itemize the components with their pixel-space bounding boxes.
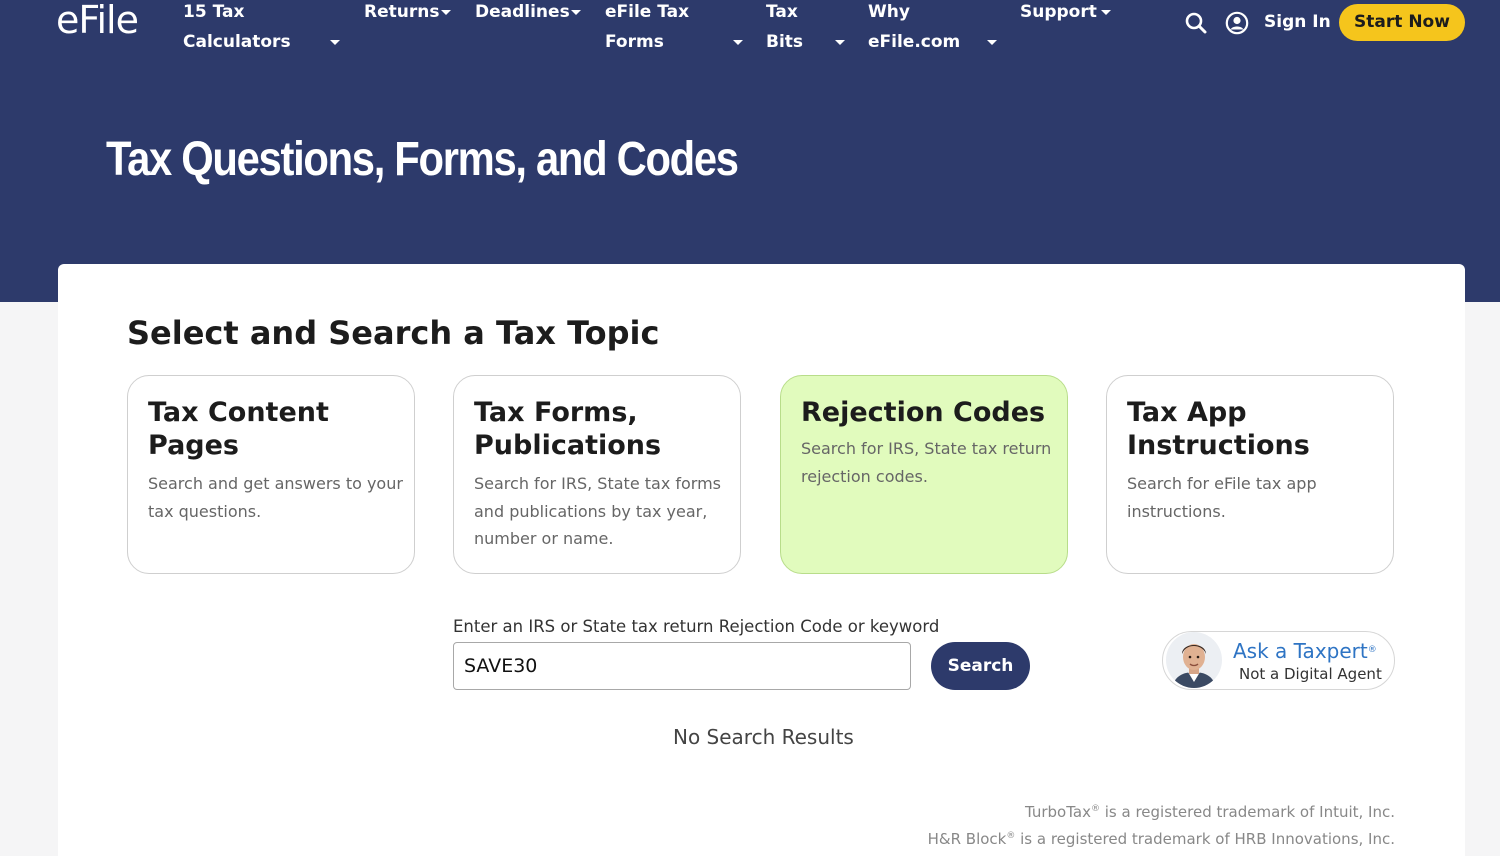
card-title: Tax App Instructions — [1127, 397, 1310, 461]
sign-in-link[interactable]: Sign In — [1264, 8, 1331, 36]
nav-label-line2: eFile.com — [868, 32, 961, 52]
card-tax-forms-publications[interactable]: Tax Forms, Publications Search for IRS, … — [453, 375, 741, 574]
nav-label-line2: Forms — [605, 32, 664, 52]
nav-label-line1: eFile Tax — [605, 2, 690, 22]
chevron-down-icon — [987, 40, 997, 45]
taxpert-avatar[interactable] — [1166, 632, 1222, 688]
chevron-down-icon — [1101, 10, 1111, 15]
trademark-text: is a registered trademark of HRB Innovat… — [1015, 830, 1395, 848]
section-title: Select and Search a Tax Topic — [127, 314, 660, 352]
nav-label-line1: 15 Tax — [183, 2, 245, 22]
card-tax-content-pages[interactable]: Tax Content Pages Search and get answers… — [127, 375, 415, 574]
nav-label-line2: Bits — [766, 32, 804, 52]
search-icon[interactable] — [1184, 11, 1208, 35]
nav-label-line2: Calculators — [183, 32, 291, 52]
card-tax-app-instructions[interactable]: Tax App Instructions Search for eFile ta… — [1106, 375, 1394, 574]
nav-label-line1: Why — [868, 2, 910, 22]
nav-label: Deadlines — [475, 2, 570, 22]
search-button[interactable]: Search — [931, 642, 1030, 690]
chevron-down-icon — [330, 40, 340, 45]
efile-logo[interactable]: eFile — [56, 0, 139, 44]
registered-mark: ® — [1090, 804, 1100, 814]
trademark-notice-turbotax: TurboTax® is a registered trademark of I… — [1025, 798, 1395, 823]
ask-taxpert-title[interactable]: Ask a Taxpert® — [1233, 636, 1377, 665]
card-title: Tax Content Pages — [148, 397, 329, 461]
taxpert-title-text: Ask a Taxpert — [1233, 639, 1368, 663]
nav-label: Support — [1020, 2, 1097, 22]
search-label: Enter an IRS or State tax return Rejecti… — [453, 617, 940, 636]
nav-label: Returns — [364, 2, 440, 22]
card-rejection-codes[interactable]: Rejection Codes Search for IRS, State ta… — [780, 375, 1068, 574]
card-title: Rejection Codes — [801, 397, 1046, 428]
chevron-down-icon — [733, 40, 743, 45]
registered-mark: ® — [1367, 645, 1377, 655]
card-description: Search and get answers to your tax quest… — [148, 474, 403, 521]
trademark-brand: H&R Block — [927, 830, 1007, 848]
trademark-text: is a registered trademark of Intuit, Inc… — [1099, 803, 1395, 821]
user-circle-icon[interactable] — [1225, 11, 1249, 35]
chevron-down-icon — [571, 10, 581, 15]
start-now-button[interactable]: Start Now — [1339, 4, 1465, 41]
chevron-down-icon — [835, 40, 845, 45]
card-description: Search for eFile tax app instructions. — [1127, 474, 1317, 521]
no-results-message: No Search Results — [673, 725, 854, 749]
registered-mark: ® — [1006, 831, 1016, 841]
card-description: Search for IRS, State tax forms and publ… — [474, 474, 722, 548]
page-title: Tax Questions, Forms, and Codes — [106, 133, 739, 186]
trademark-brand: TurboTax — [1024, 803, 1091, 821]
rejection-code-search-input[interactable] — [453, 642, 911, 690]
card-description: Search for IRS, State tax return rejecti… — [801, 439, 1052, 486]
trademark-notice-hrblock: H&R Block® is a registered trademark of … — [928, 825, 1395, 850]
card-title: Tax Forms, Publications — [474, 397, 662, 461]
ask-taxpert-subtitle: Not a Digital Agent — [1239, 665, 1382, 683]
chevron-down-icon — [441, 10, 451, 15]
nav-label-line1: Tax — [766, 2, 798, 22]
